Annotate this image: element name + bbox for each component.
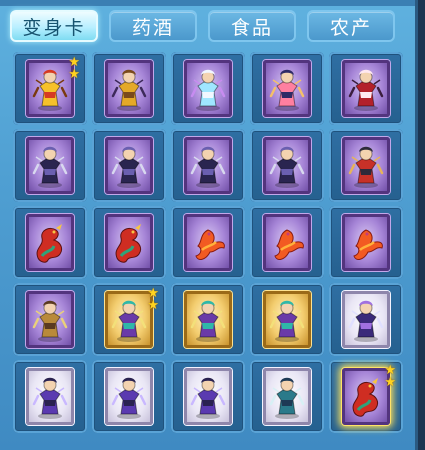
- transform-card: [184, 368, 232, 425]
- inventory-slot[interactable]: ★ ★: [329, 360, 403, 433]
- tab-food[interactable]: 食品: [208, 10, 296, 42]
- inventory-slot[interactable]: [250, 52, 324, 125]
- golden-lion-figure-icon: [32, 69, 68, 111]
- red-demon-warrior-icon: [348, 146, 384, 188]
- transform-card: [26, 368, 74, 425]
- red-dragon-icon: [115, 223, 142, 263]
- purple-sage-figure-icon: [269, 300, 305, 342]
- inventory-slot[interactable]: [329, 283, 403, 356]
- purple-ninja-figure-icon: [190, 377, 226, 419]
- transform-card: [26, 60, 74, 117]
- inventory-slot[interactable]: [329, 52, 403, 125]
- inventory-slot[interactable]: [329, 129, 403, 202]
- transform-card: [263, 214, 311, 271]
- transform-card: [342, 137, 390, 194]
- star-icon: ★: [384, 375, 396, 390]
- dark-armored-warrior-icon: [32, 146, 68, 188]
- purple-sage-figure-icon: [111, 300, 147, 342]
- transform-card: [105, 60, 153, 117]
- category-tabs: 变身卡 药酒 食品 农产: [10, 10, 395, 42]
- inventory-slot[interactable]: [171, 129, 245, 202]
- transform-card: [184, 60, 232, 117]
- dark-armored-warrior-icon: [269, 146, 305, 188]
- top-strip: [0, 0, 415, 6]
- bronze-general-icon: [32, 300, 68, 342]
- inventory-slot[interactable]: [92, 360, 166, 433]
- transform-card: [342, 291, 390, 348]
- transform-card: [26, 291, 74, 348]
- dark-armored-warrior-icon: [190, 146, 226, 188]
- star-rating-icon: ★ ★: [68, 56, 80, 82]
- red-fox-spirit-figure-icon: [348, 69, 384, 111]
- inventory-slot[interactable]: [250, 129, 324, 202]
- inventory-panel: 变身卡 药酒 食品 农产 ★ ★ ★ ★ ★ ★: [0, 0, 418, 450]
- transform-card: [184, 214, 232, 271]
- inventory-slot[interactable]: ★ ★: [13, 52, 87, 125]
- inventory-slot[interactable]: [171, 283, 245, 356]
- inventory-slot[interactable]: [13, 206, 87, 279]
- star-icon: ★: [68, 67, 80, 82]
- golden-beast-figure-icon: [111, 69, 147, 111]
- purple-sage-figure-icon: [190, 300, 226, 342]
- inventory-slot[interactable]: [13, 360, 87, 433]
- star-rating-icon: ★ ★: [147, 287, 159, 313]
- transform-card: [342, 368, 390, 425]
- dark-sorcerer-figure-icon: [348, 300, 384, 342]
- dark-armored-warrior-icon: [111, 146, 147, 188]
- inventory-slot[interactable]: [92, 129, 166, 202]
- fire-phoenix-icon: [353, 228, 383, 260]
- pink-warrior-figure-icon: [269, 69, 305, 111]
- transform-card: [263, 291, 311, 348]
- star-icon: ★: [147, 298, 159, 313]
- star-rating-icon: ★ ★: [384, 364, 396, 390]
- transform-card: [26, 137, 74, 194]
- purple-ninja-figure-icon: [111, 377, 147, 419]
- tab-medicine-wine[interactable]: 药酒: [109, 10, 197, 42]
- transform-card: [105, 291, 153, 348]
- inventory-slot[interactable]: [171, 52, 245, 125]
- inventory-slot[interactable]: [92, 206, 166, 279]
- fire-phoenix-icon: [274, 228, 304, 260]
- transform-card: [263, 60, 311, 117]
- cyan-spirit-figure-icon: [190, 69, 226, 111]
- transform-card: [184, 291, 232, 348]
- tab-farm-produce[interactable]: 农产: [307, 10, 395, 42]
- inventory-slot[interactable]: [250, 206, 324, 279]
- inventory-slot[interactable]: [250, 283, 324, 356]
- red-dragon-icon: [36, 223, 63, 263]
- transform-card: [105, 368, 153, 425]
- transform-card: [263, 368, 311, 425]
- transform-card: [184, 137, 232, 194]
- fire-phoenix-icon: [195, 228, 225, 260]
- transform-card: [342, 60, 390, 117]
- tab-transform-card[interactable]: 变身卡: [10, 10, 98, 42]
- transform-card: [263, 137, 311, 194]
- transform-card: [342, 214, 390, 271]
- inventory-slot[interactable]: ★ ★: [92, 283, 166, 356]
- teal-knight-figure-icon: [269, 377, 305, 419]
- inventory-slot[interactable]: [329, 206, 403, 279]
- inventory-slot[interactable]: [171, 206, 245, 279]
- inventory-slot[interactable]: [92, 52, 166, 125]
- inventory-slot[interactable]: [250, 360, 324, 433]
- inventory-slot[interactable]: [171, 360, 245, 433]
- transform-card: [105, 137, 153, 194]
- purple-ninja-figure-icon: [32, 377, 68, 419]
- red-dragon-icon: [352, 377, 379, 417]
- inventory-slot[interactable]: [13, 283, 87, 356]
- inventory-grid: ★ ★ ★ ★ ★ ★: [13, 52, 403, 433]
- transform-card: [105, 214, 153, 271]
- inventory-slot[interactable]: [13, 129, 87, 202]
- transform-card: [26, 214, 74, 271]
